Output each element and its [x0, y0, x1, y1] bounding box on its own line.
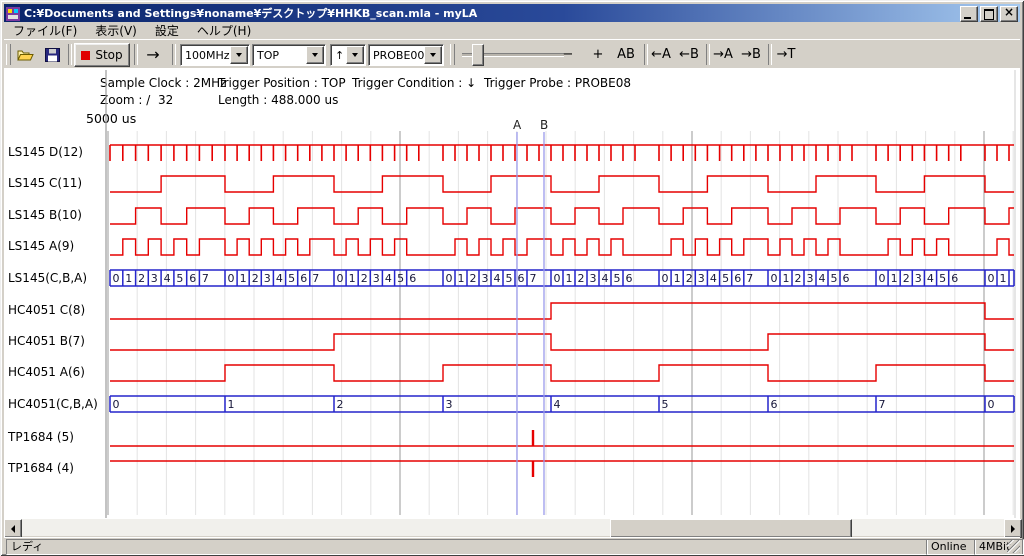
sample-rate-combo[interactable]: 100MHz — [180, 44, 250, 66]
floppy-icon — [45, 48, 60, 62]
open-file-button[interactable] — [14, 44, 38, 65]
trigger-probe-combo[interactable]: PROBE00 — [368, 44, 444, 66]
trigger-edge-combo[interactable]: ↑ — [330, 44, 366, 66]
scrollbar-thumb[interactable] — [610, 519, 852, 538]
app-icon — [6, 6, 20, 20]
scroll-left-button[interactable] — [4, 519, 22, 538]
zoom-slider-handle[interactable] — [472, 44, 484, 66]
chevron-down-icon — [352, 53, 358, 57]
trigger-edge-value: ↑ — [331, 49, 346, 62]
menu-help[interactable]: ヘルプ(H) — [188, 21, 260, 40]
goto-trigger-button[interactable]: →T — [772, 45, 800, 64]
sample-rate-dropdown-button[interactable] — [230, 46, 248, 64]
horizontal-scrollbar[interactable] — [4, 519, 1020, 536]
minimize-button[interactable] — [960, 6, 978, 22]
app-window: C:¥Documents and Settings¥noname¥デスクトップ¥… — [0, 0, 1024, 556]
channel-label: HC4051 A(6) — [8, 364, 104, 380]
channel-label: TP1684 (4) — [8, 460, 104, 476]
menu-view[interactable]: 表示(V) — [86, 21, 146, 40]
goto-cursor-b-left-button[interactable]: ←B — [676, 45, 702, 64]
channel-label: LS145 B(10) — [8, 207, 104, 223]
save-file-button[interactable] — [40, 44, 64, 65]
status-online: Online — [926, 539, 976, 555]
maximize-icon — [984, 9, 994, 20]
channel-label: HC4051(C,B,A) — [8, 396, 104, 412]
info-zoom: Zoom : / 32 — [100, 93, 173, 107]
info-length: Length : 488.000 us — [218, 93, 338, 107]
scroll-right-button[interactable] — [1004, 519, 1022, 538]
channel-label: LS145 C(11) — [8, 175, 104, 191]
stop-label: Stop — [95, 48, 122, 62]
waveform-panel — [4, 68, 1020, 519]
stop-icon — [81, 51, 90, 60]
status-ready: レディ — [6, 539, 928, 555]
timeline-label: 5000 us — [86, 111, 136, 126]
info-sample-clock: Sample Clock : 2MHz — [100, 76, 226, 90]
sample-rate-value: 100MHz — [181, 49, 230, 62]
menubar: ファイル(F) 表示(V) 設定 ヘルプ(H) — [4, 22, 1020, 39]
arrow-right-icon — [1011, 525, 1015, 533]
minimize-icon — [964, 17, 971, 19]
channel-label: LS145 A(9) — [8, 238, 104, 254]
zoom-out-button[interactable]: − — [556, 45, 580, 64]
info-trigger-position: Trigger Position : TOP — [218, 76, 346, 90]
channel-label: HC4051 B(7) — [8, 333, 104, 349]
close-icon: × — [1004, 5, 1014, 19]
statusbar: レディ Online 4MBit — [4, 537, 1020, 554]
toolbar-grip[interactable] — [450, 44, 455, 65]
ab-button[interactable]: AB — [612, 45, 640, 64]
channel-label: LS145 D(12) — [8, 144, 104, 160]
run-button[interactable]: → — [138, 45, 168, 64]
channel-label: TP1684 (5) — [8, 429, 104, 445]
open-folder-icon — [17, 48, 35, 62]
trigger-edge-dropdown-button[interactable] — [346, 46, 364, 64]
toolbar: Stop → 100MHz TOP ↑ PROBE00 − + AB ←A ←B — [4, 39, 1020, 70]
trigger-position-combo[interactable]: TOP — [252, 44, 326, 66]
goto-cursor-a-left-button[interactable]: ←A — [648, 45, 674, 64]
info-trigger-probe: Trigger Probe : PROBE08 — [484, 76, 631, 90]
stop-button[interactable]: Stop — [74, 43, 130, 67]
zoom-in-button[interactable]: + — [586, 45, 610, 64]
close-button[interactable]: × — [1000, 6, 1018, 22]
toolbar-separator — [172, 44, 176, 65]
menu-file[interactable]: ファイル(F) — [4, 21, 86, 40]
chevron-down-icon — [312, 53, 318, 57]
arrow-left-icon — [11, 525, 15, 533]
resize-grip[interactable] — [1007, 540, 1020, 553]
trigger-position-dropdown-button[interactable] — [306, 46, 324, 64]
window-title: C:¥Documents and Settings¥noname¥デスクトップ¥… — [24, 5, 477, 21]
channel-label: HC4051 C(8) — [8, 302, 104, 318]
trigger-probe-value: PROBE00 — [369, 49, 424, 62]
titlebar[interactable]: C:¥Documents and Settings¥noname¥デスクトップ¥… — [4, 4, 1020, 22]
chevron-down-icon — [236, 53, 242, 57]
menu-settings[interactable]: 設定 — [146, 21, 188, 40]
toolbar-separator — [68, 44, 72, 65]
trigger-position-value: TOP — [253, 49, 306, 62]
toolbar-grip[interactable] — [6, 44, 11, 65]
chevron-down-icon — [430, 53, 436, 57]
channel-label: LS145(C,B,A) — [8, 270, 104, 286]
maximize-button[interactable] — [980, 6, 998, 22]
info-trigger-condition: Trigger Condition : ↓ — [352, 76, 476, 90]
goto-cursor-b-right-button[interactable]: →B — [738, 45, 764, 64]
trigger-probe-dropdown-button[interactable] — [424, 46, 442, 64]
goto-cursor-a-right-button[interactable]: →A — [710, 45, 736, 64]
